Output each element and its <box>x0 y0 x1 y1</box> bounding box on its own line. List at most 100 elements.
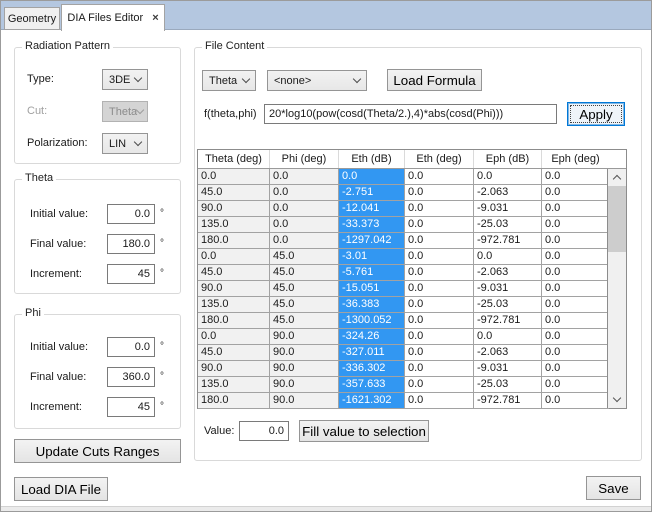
table-cell[interactable]: 90.0 <box>270 377 339 393</box>
vertical-scrollbar[interactable] <box>607 169 626 408</box>
table-cell[interactable]: 0.0 <box>405 297 474 313</box>
table-cell[interactable]: -1621.302 <box>339 393 405 409</box>
table-cell[interactable]: -15.051 <box>339 281 405 297</box>
tab-close-icon[interactable]: × <box>152 13 158 23</box>
table-cell[interactable]: 0.0 <box>542 329 609 345</box>
table-cell[interactable]: -9.031 <box>474 361 542 377</box>
table-cell[interactable]: -9.031 <box>474 281 542 297</box>
table-cell[interactable]: 0.0 <box>474 169 542 185</box>
component-select[interactable]: Theta <box>202 70 256 91</box>
table-cell[interactable]: 0.0 <box>405 345 474 361</box>
table-cell[interactable]: 0.0 <box>198 329 270 345</box>
table-cell[interactable]: 0.0 <box>270 185 339 201</box>
table-cell[interactable]: -2.751 <box>339 185 405 201</box>
table-cell[interactable]: 90.0 <box>270 345 339 361</box>
table-cell[interactable]: 135.0 <box>198 297 270 313</box>
save-button[interactable]: Save <box>586 476 641 500</box>
table-cell[interactable]: -972.781 <box>474 233 542 249</box>
table-cell[interactable]: 0.0 <box>405 329 474 345</box>
phi-final-input[interactable] <box>107 367 155 387</box>
column-header[interactable]: Theta (deg) <box>198 150 270 168</box>
table-cell[interactable]: 0.0 <box>405 233 474 249</box>
table-cell[interactable]: -324.26 <box>339 329 405 345</box>
tab-dia-files-editor[interactable]: DIA Files Editor × <box>61 4 165 31</box>
table-cell[interactable]: 0.0 <box>198 169 270 185</box>
table-cell[interactable]: 0.0 <box>474 249 542 265</box>
apply-button[interactable]: Apply <box>567 102 625 126</box>
table-cell[interactable]: 0.0 <box>405 377 474 393</box>
table-cell[interactable]: -25.03 <box>474 217 542 233</box>
table-cell[interactable]: 0.0 <box>270 201 339 217</box>
tab-geometry[interactable]: Geometry <box>4 7 60 30</box>
table-cell[interactable]: 0.0 <box>198 249 270 265</box>
table-cell[interactable]: 0.0 <box>270 169 339 185</box>
phi-initial-input[interactable] <box>107 337 155 357</box>
table-cell[interactable]: 180.0 <box>198 393 270 409</box>
table-cell[interactable]: 0.0 <box>542 345 609 361</box>
column-header[interactable]: Phi (deg) <box>270 150 339 168</box>
table-cell[interactable]: 0.0 <box>405 393 474 409</box>
column-header[interactable]: Eth (deg) <box>405 150 474 168</box>
table-cell[interactable]: 0.0 <box>542 201 609 217</box>
table-cell[interactable]: -2.063 <box>474 265 542 281</box>
table-cell[interactable]: 45.0 <box>198 185 270 201</box>
table-cell[interactable]: 0.0 <box>542 377 609 393</box>
table-cell[interactable]: 180.0 <box>198 233 270 249</box>
table-cell[interactable]: -972.781 <box>474 313 542 329</box>
type-select[interactable]: 3DE <box>102 69 148 90</box>
table-cell[interactable]: 0.0 <box>474 329 542 345</box>
table-cell[interactable]: 0.0 <box>270 233 339 249</box>
column-header[interactable]: Eth (dB) <box>339 150 405 168</box>
table-cell[interactable]: 45.0 <box>270 265 339 281</box>
table-cell[interactable]: 0.0 <box>542 185 609 201</box>
table-cell[interactable]: -1300.052 <box>339 313 405 329</box>
table-cell[interactable]: 45.0 <box>270 249 339 265</box>
load-formula-button[interactable]: Load Formula <box>387 69 482 91</box>
table-cell[interactable]: 0.0 <box>542 313 609 329</box>
table-cell[interactable]: 45.0 <box>270 297 339 313</box>
table-cell[interactable]: 0.0 <box>542 361 609 377</box>
scroll-up-button[interactable] <box>608 169 626 186</box>
table-cell[interactable]: 180.0 <box>198 313 270 329</box>
theta-final-input[interactable] <box>107 234 155 254</box>
table-cell[interactable]: 0.0 <box>405 201 474 217</box>
table-cell[interactable]: 0.0 <box>405 217 474 233</box>
table-cell[interactable]: 0.0 <box>542 265 609 281</box>
load-dia-file-button[interactable]: Load DIA File <box>14 477 108 501</box>
table-cell[interactable]: -25.03 <box>474 377 542 393</box>
table-cell[interactable]: 0.0 <box>405 169 474 185</box>
table-cell[interactable]: 0.0 <box>405 281 474 297</box>
table-cell[interactable]: 0.0 <box>405 249 474 265</box>
column-header[interactable]: Eph (deg) <box>542 150 609 168</box>
table-cell[interactable]: 135.0 <box>198 217 270 233</box>
table-cell[interactable]: 45.0 <box>198 345 270 361</box>
phi-increment-input[interactable] <box>107 397 155 417</box>
table-cell[interactable]: -36.383 <box>339 297 405 313</box>
table-cell[interactable]: 0.0 <box>270 217 339 233</box>
polarization-select[interactable]: LIN <box>102 133 148 154</box>
table-cell[interactable]: 90.0 <box>270 393 339 409</box>
update-cuts-ranges-button[interactable]: Update Cuts Ranges <box>14 439 181 463</box>
table-cell[interactable]: -336.302 <box>339 361 405 377</box>
table-cell[interactable]: 0.0 <box>405 361 474 377</box>
column-header[interactable]: Eph (dB) <box>474 150 542 168</box>
table-cell[interactable]: 135.0 <box>198 377 270 393</box>
table-cell[interactable]: 0.0 <box>542 217 609 233</box>
table-cell[interactable]: 90.0 <box>198 281 270 297</box>
scrollbar-thumb[interactable] <box>608 186 626 252</box>
table-cell[interactable]: 0.0 <box>542 233 609 249</box>
table-cell[interactable]: -2.063 <box>474 345 542 361</box>
table-cell[interactable]: 0.0 <box>405 313 474 329</box>
table-cell[interactable]: -33.373 <box>339 217 405 233</box>
table-cell[interactable]: 45.0 <box>198 265 270 281</box>
table-cell[interactable]: -357.633 <box>339 377 405 393</box>
table-cell[interactable]: -9.031 <box>474 201 542 217</box>
table-cell[interactable]: -5.761 <box>339 265 405 281</box>
table-cell[interactable]: 0.0 <box>405 265 474 281</box>
table-cell[interactable]: 45.0 <box>270 281 339 297</box>
table-cell[interactable]: -2.063 <box>474 185 542 201</box>
table-cell[interactable]: -1297.042 <box>339 233 405 249</box>
table-cell[interactable]: 0.0 <box>542 249 609 265</box>
table-cell[interactable]: -12.041 <box>339 201 405 217</box>
table-cell[interactable]: 45.0 <box>270 313 339 329</box>
